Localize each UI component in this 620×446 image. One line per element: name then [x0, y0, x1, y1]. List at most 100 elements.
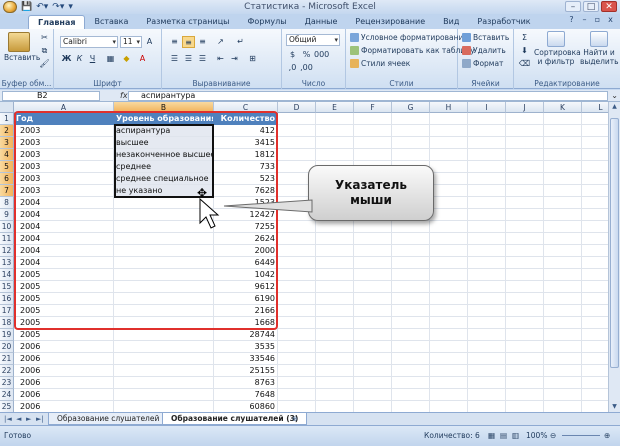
table-cell[interactable] [430, 269, 468, 281]
table-cell[interactable] [430, 137, 468, 149]
table-cell[interactable]: незаконченное высшее [114, 149, 214, 161]
table-cell[interactable]: 7648 [214, 389, 278, 401]
table-cell[interactable] [316, 389, 354, 401]
name-box[interactable]: B2 [2, 91, 100, 101]
table-cell[interactable]: 2004 [14, 233, 114, 245]
row-header[interactable]: 1 [0, 113, 14, 125]
table-cell[interactable]: 6449 [214, 257, 278, 269]
workbook-restore-icon[interactable]: ▫ [592, 15, 603, 24]
table-cell[interactable]: 2004 [14, 197, 114, 209]
row-header[interactable]: 21 [0, 353, 14, 365]
table-cell[interactable] [392, 341, 430, 353]
table-cell[interactable] [278, 341, 316, 353]
tab-home[interactable]: Главная [28, 15, 86, 29]
table-cell[interactable] [582, 137, 608, 149]
fill-color-icon[interactable]: ◆ [120, 53, 133, 65]
table-cell[interactable] [468, 305, 506, 317]
table-cell[interactable] [468, 353, 506, 365]
delete-cells-button[interactable]: Удалить [462, 45, 506, 56]
table-cell[interactable] [114, 389, 214, 401]
table-cell[interactable] [468, 245, 506, 257]
row-header[interactable]: 16 [0, 293, 14, 305]
table-cell[interactable] [430, 293, 468, 305]
table-cell[interactable] [316, 281, 354, 293]
thousands-icon[interactable]: 000 [314, 49, 329, 61]
table-cell[interactable]: 7255 [214, 221, 278, 233]
row-header[interactable]: 14 [0, 269, 14, 281]
sort-filter-button[interactable]: Сортировка и фильтр [534, 31, 581, 66]
table-cell[interactable] [392, 377, 430, 389]
table-cell[interactable] [582, 293, 608, 305]
table-cell[interactable] [582, 401, 608, 412]
table-cell[interactable] [582, 233, 608, 245]
table-cell[interactable] [468, 257, 506, 269]
table-cell[interactable] [468, 281, 506, 293]
table-cell[interactable] [468, 221, 506, 233]
table-cell[interactable]: среднее специальное [114, 173, 214, 185]
table-cell[interactable] [430, 377, 468, 389]
table-cell[interactable] [506, 377, 544, 389]
table-cell[interactable] [278, 113, 316, 125]
font-size-combo[interactable]: 11 [120, 36, 142, 48]
table-cell[interactable] [392, 353, 430, 365]
table-cell[interactable] [468, 137, 506, 149]
table-cell[interactable] [430, 305, 468, 317]
sheet-tab-3[interactable]: Образование слушателей (3) [162, 413, 308, 425]
table-cell[interactable] [544, 293, 582, 305]
table-cell[interactable] [316, 305, 354, 317]
table-cell[interactable]: 2004 [14, 257, 114, 269]
table-cell[interactable] [430, 149, 468, 161]
table-cell[interactable] [582, 353, 608, 365]
table-cell[interactable] [316, 233, 354, 245]
format-painter-icon[interactable]: 🖌 [38, 58, 51, 70]
table-cell[interactable] [506, 305, 544, 317]
row-header[interactable]: 3 [0, 137, 14, 149]
table-cell[interactable] [278, 149, 316, 161]
sheet-prev-icon[interactable]: ◄ [16, 414, 21, 425]
table-cell[interactable] [544, 125, 582, 137]
zoom-in-icon[interactable]: ⊕ [604, 426, 610, 445]
table-cell[interactable] [278, 233, 316, 245]
table-cell[interactable]: 2005 [14, 329, 114, 341]
table-cell[interactable]: 2005 [14, 281, 114, 293]
column-header-b[interactable]: B [114, 102, 214, 113]
conditional-formatting-button[interactable]: Условное форматирование [350, 32, 468, 43]
table-cell[interactable]: 2003 [14, 125, 114, 137]
table-cell[interactable]: аспирантура [114, 125, 214, 137]
table-cell[interactable] [506, 329, 544, 341]
table-cell[interactable] [114, 377, 214, 389]
align-middle-icon[interactable]: ≡ [182, 36, 195, 48]
row-header[interactable]: 12 [0, 245, 14, 257]
table-cell[interactable] [582, 185, 608, 197]
table-cell[interactable] [544, 305, 582, 317]
table-cell[interactable] [316, 269, 354, 281]
row-header[interactable]: 2 [0, 125, 14, 137]
table-cell[interactable] [278, 137, 316, 149]
table-cell[interactable] [430, 341, 468, 353]
table-cell[interactable] [506, 281, 544, 293]
table-cell[interactable]: 1523 [214, 197, 278, 209]
table-cell[interactable]: 25155 [214, 365, 278, 377]
table-cell[interactable] [468, 209, 506, 221]
table-cell[interactable]: 12427 [214, 209, 278, 221]
table-cell[interactable] [114, 257, 214, 269]
column-header-f[interactable]: F [354, 102, 392, 113]
borders-icon[interactable]: ▦ [104, 53, 117, 65]
table-cell[interactable]: 2006 [14, 401, 114, 412]
table-cell[interactable] [392, 389, 430, 401]
table-cell[interactable] [430, 113, 468, 125]
table-cell[interactable] [114, 281, 214, 293]
table-cell[interactable] [506, 341, 544, 353]
table-cell[interactable] [582, 173, 608, 185]
table-cell[interactable] [506, 113, 544, 125]
table-cell[interactable] [506, 365, 544, 377]
table-cell[interactable] [582, 209, 608, 221]
table-cell[interactable] [316, 401, 354, 412]
table-cell[interactable] [354, 293, 392, 305]
table-cell[interactable] [114, 197, 214, 209]
table-cell[interactable] [544, 353, 582, 365]
maximize-button[interactable]: □ [583, 1, 599, 12]
table-cell[interactable] [392, 329, 430, 341]
table-cell[interactable] [544, 209, 582, 221]
tab-page-layout[interactable]: Разметка страницы [137, 15, 238, 29]
